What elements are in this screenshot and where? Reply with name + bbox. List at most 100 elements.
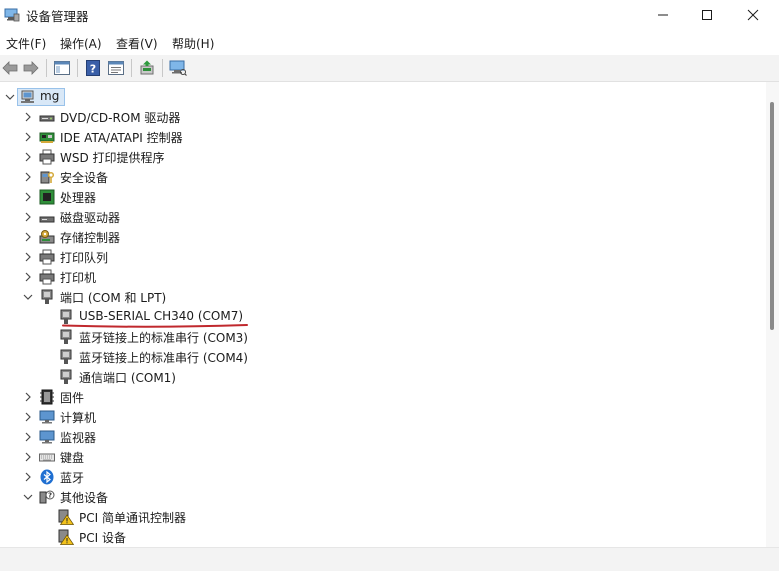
tree-category-item[interactable]: 处理器	[0, 187, 760, 207]
port-icon	[41, 289, 53, 304]
tree-category-item[interactable]: 打印机	[0, 267, 760, 287]
tree-category-label: 蓝牙	[60, 471, 85, 485]
chevron-down-icon[interactable]	[22, 491, 34, 503]
minimize-button[interactable]	[640, 0, 686, 30]
chevron-right-icon[interactable]	[22, 211, 34, 223]
tree-category-item[interactable]: 磁盘驱动器	[0, 207, 760, 227]
chevron-right-icon[interactable]	[22, 431, 34, 443]
properties-button[interactable]	[107, 59, 125, 77]
port-icon	[60, 349, 72, 364]
disk-drive-icon	[39, 216, 55, 223]
computer-icon	[39, 410, 55, 424]
svg-text:?: ?	[90, 63, 96, 76]
tree-category-label: 打印队列	[60, 251, 109, 265]
maximize-button[interactable]	[684, 0, 730, 30]
scan-hardware-icon	[169, 60, 187, 76]
tree-category-item[interactable]: 键盘	[0, 447, 760, 467]
port-icon	[60, 369, 72, 384]
menu-view[interactable]: 查看(V)	[116, 35, 158, 52]
window-title: 设备管理器	[26, 9, 89, 24]
chevron-down-icon[interactable]	[4, 91, 16, 103]
scan-hardware-button[interactable]	[169, 59, 187, 77]
chevron-right-icon[interactable]	[22, 131, 34, 143]
vertical-scrollbar-thumb[interactable]	[770, 102, 774, 330]
menu-bar: 文件(F) 操作(A) 查看(V) 帮助(H)	[0, 31, 779, 53]
tree-device-item[interactable]: PCI 设备	[0, 527, 760, 547]
printer-icon	[39, 269, 55, 285]
tree-category-label: 其他设备	[60, 491, 109, 505]
annotation-underline	[62, 324, 248, 328]
title-bar[interactable]: 设备管理器	[0, 0, 779, 30]
horizontal-scrollbar[interactable]	[0, 547, 779, 571]
printer-icon	[39, 249, 55, 265]
tree-category-label: 打印机	[60, 271, 97, 285]
tree-category-item[interactable]: 安全设备	[0, 167, 760, 187]
toolbar-separator	[131, 59, 132, 77]
chevron-right-icon[interactable]	[22, 411, 34, 423]
tree-device-item[interactable]: 通信端口 (COM1)	[0, 367, 760, 387]
firmware-icon	[40, 389, 54, 405]
vertical-scrollbar[interactable]	[766, 82, 779, 547]
chevron-right-icon[interactable]	[22, 251, 34, 263]
warning-device-icon	[58, 509, 74, 525]
back-button[interactable]	[1, 59, 19, 77]
tree-device-item[interactable]: 蓝牙链接上的标准串行 (COM4)	[0, 347, 760, 367]
tree-category-item-ports[interactable]: 端口 (COM 和 LPT)	[0, 287, 760, 307]
menu-action[interactable]: 操作(A)	[60, 35, 102, 52]
keyboard-icon	[39, 453, 55, 462]
printer-icon	[39, 149, 55, 165]
bluetooth-icon	[40, 469, 54, 485]
chevron-down-icon[interactable]	[22, 291, 34, 303]
tree-device-label: PCI 简单通讯控制器	[79, 511, 186, 525]
update-driver-icon	[140, 60, 154, 75]
tree-category-label: 监视器	[60, 431, 97, 445]
chevron-right-icon[interactable]	[22, 151, 34, 163]
tree-category-item[interactable]: 蓝牙	[0, 467, 760, 487]
console-tree-icon	[54, 61, 70, 75]
tree-category-item[interactable]: 监视器	[0, 427, 760, 447]
computer-network-icon	[21, 90, 34, 103]
chevron-right-icon[interactable]	[22, 471, 34, 483]
close-button[interactable]	[730, 0, 776, 30]
warning-device-icon	[58, 529, 74, 545]
chevron-right-icon[interactable]	[22, 271, 34, 283]
tree-category-item[interactable]: IDE ATA/ATAPI 控制器	[0, 127, 760, 147]
chevron-right-icon[interactable]	[22, 111, 34, 123]
tree-category-label: 磁盘驱动器	[60, 211, 121, 225]
toolbar-separator	[77, 59, 78, 77]
chevron-right-icon[interactable]	[22, 231, 34, 243]
tree-category-item[interactable]: DVD/CD-ROM 驱动器	[0, 107, 760, 127]
tree-device-item[interactable]: PCI 简单通讯控制器	[0, 507, 760, 527]
other-devices-icon: ?	[39, 490, 55, 504]
toolbar-separator	[46, 59, 47, 77]
tree-category-label: WSD 打印提供程序	[60, 151, 165, 165]
device-manager-icon	[4, 8, 20, 22]
tree-category-item[interactable]: 存储控制器	[0, 227, 760, 247]
tree-category-item[interactable]: 固件	[0, 387, 760, 407]
forward-button[interactable]	[22, 59, 40, 77]
help-button[interactable]: ?	[84, 59, 102, 77]
tree-category-item[interactable]: 打印队列	[0, 247, 760, 267]
arrow-right-icon	[23, 61, 39, 75]
device-tree[interactable]: mg DVD/CD-ROM 驱动器 IDE ATA/ATAPI 控制器 WSD …	[0, 82, 766, 547]
ide-controller-icon	[39, 132, 55, 143]
svg-text:?: ?	[48, 492, 52, 500]
update-driver-button[interactable]	[138, 59, 156, 77]
toolbar-separator	[162, 59, 163, 77]
port-icon	[60, 309, 72, 324]
menu-help[interactable]: 帮助(H)	[172, 35, 214, 52]
chevron-right-icon[interactable]	[22, 171, 34, 183]
show-hide-console-tree-button[interactable]	[53, 59, 71, 77]
tree-root-item[interactable]: mg	[0, 87, 760, 107]
chevron-right-icon[interactable]	[22, 451, 34, 463]
tree-category-item-other-devices[interactable]: ? 其他设备	[0, 487, 760, 507]
menu-file[interactable]: 文件(F)	[6, 35, 46, 52]
tree-category-item[interactable]: WSD 打印提供程序	[0, 147, 760, 167]
chevron-right-icon[interactable]	[22, 391, 34, 403]
monitor-icon	[39, 430, 55, 444]
tree-category-label: 固件	[60, 391, 85, 405]
tree-device-item[interactable]: 蓝牙链接上的标准串行 (COM3)	[0, 327, 760, 347]
tree-category-label: 安全设备	[60, 171, 109, 185]
tree-category-item[interactable]: 计算机	[0, 407, 760, 427]
chevron-right-icon[interactable]	[22, 191, 34, 203]
